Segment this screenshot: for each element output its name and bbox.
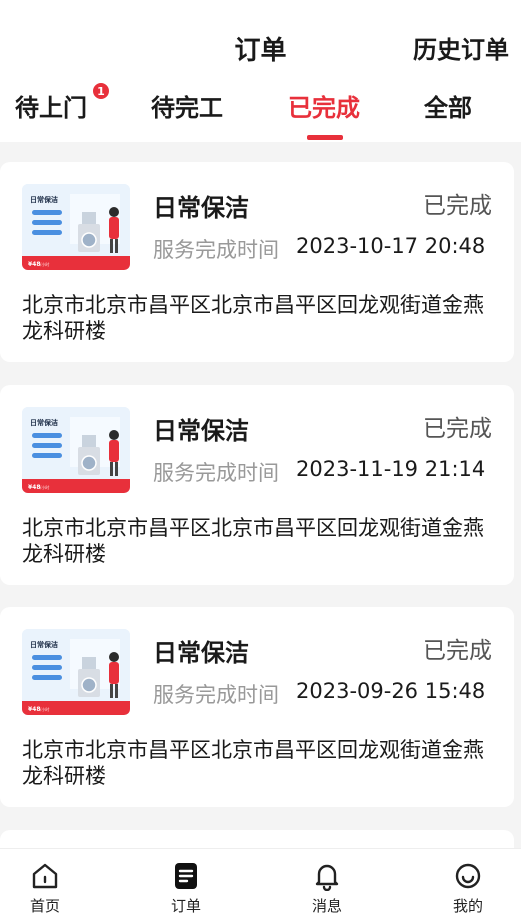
finish-time-label: 服务完成时间 — [153, 238, 279, 262]
order-address: 北京市北京市昌平区北京市昌平区回龙观街道金燕龙科研楼 — [22, 516, 484, 566]
svg-text:日常保洁: 日常保洁 — [30, 640, 58, 649]
order-status: 已完成 — [423, 416, 492, 442]
finish-time-value: 2023-10-17 20:48 — [296, 234, 486, 258]
bell-icon — [315, 864, 339, 891]
nav-profile[interactable]: 我的 — [438, 861, 498, 916]
order-card[interactable]: 日常保洁 ¥48 /小时 日常保洁 已完成 服务完成时间 2023-09-26 … — [0, 607, 514, 807]
finish-time-value: 2023-11-19 21:14 — [296, 457, 486, 481]
service-name: 日常保洁 — [153, 417, 249, 445]
home-icon — [32, 863, 58, 889]
tab-pending-finish[interactable]: 待完工 — [151, 88, 223, 123]
service-thumbnail: 日常保洁 ¥48 /小时 — [22, 184, 130, 270]
nav-home-label: 首页 — [29, 897, 60, 915]
nav-home[interactable]: 首页 — [15, 861, 75, 916]
svg-text:/小时: /小时 — [40, 706, 49, 712]
cleaning-image-icon: 日常保洁 ¥48 /小时 — [22, 184, 130, 270]
service-name: 日常保洁 — [153, 194, 249, 222]
tab-completed[interactable]: 已完成 — [288, 88, 360, 123]
cleaning-image-icon: 日常保洁 ¥48 /小时 — [22, 629, 130, 715]
nav-orders[interactable]: 订单 — [156, 861, 216, 916]
svg-text:¥48: ¥48 — [28, 261, 41, 268]
service-thumbnail: 日常保洁 ¥48 /小时 — [22, 629, 130, 715]
tab-all[interactable]: 全部 — [424, 88, 472, 123]
svg-text:¥48: ¥48 — [28, 484, 41, 491]
orders-icon — [175, 863, 197, 889]
svg-text:/小时: /小时 — [40, 484, 49, 490]
nav-messages-label: 消息 — [311, 897, 342, 915]
order-status: 已完成 — [423, 638, 492, 664]
cleaning-image-icon: 日常保洁 ¥48 /小时 — [22, 407, 130, 493]
service-name: 日常保洁 — [153, 639, 249, 667]
service-thumbnail: 日常保洁 ¥48 /小时 — [22, 407, 130, 493]
history-orders-link[interactable]: 历史订单 — [413, 30, 509, 65]
finish-time-value: 2023-09-26 15:48 — [296, 679, 486, 703]
finish-time-label: 服务完成时间 — [153, 683, 279, 707]
order-address: 北京市北京市昌平区北京市昌平区回龙观街道金燕龙科研楼 — [22, 738, 484, 788]
svg-text:¥48: ¥48 — [28, 706, 41, 713]
tab-badge: 1 — [92, 82, 110, 100]
nav-orders-label: 订单 — [170, 897, 201, 915]
svg-text:日常保洁: 日常保洁 — [30, 195, 58, 204]
svg-text:/小时: /小时 — [40, 261, 49, 267]
nav-profile-label: 我的 — [452, 897, 483, 915]
top-header: 订单 历史订单 待上门 待完工 已完成 全部 1 — [0, 0, 521, 142]
order-address: 北京市北京市昌平区北京市昌平区回龙观街道金燕龙科研楼 — [22, 293, 484, 343]
order-status: 已完成 — [423, 193, 492, 219]
finish-time-label: 服务完成时间 — [153, 461, 279, 485]
active-tab-indicator — [307, 135, 343, 140]
svg-text:日常保洁: 日常保洁 — [30, 418, 58, 427]
order-card[interactable]: 日常保洁 ¥48 /小时 日常保洁 已完成 服务完成时间 2023-10-17 … — [0, 162, 514, 362]
nav-messages[interactable]: 消息 — [297, 861, 357, 916]
bottom-nav: 首页 订单 消息 我的 — [0, 848, 521, 918]
order-card[interactable]: 日常保洁 ¥48 /小时 日常保洁 已完成 服务完成时间 2023-11-19 … — [0, 385, 514, 585]
order-tabs: 待上门 待完工 已完成 全部 — [0, 88, 521, 142]
tab-pending-visit[interactable]: 待上门 — [15, 88, 87, 123]
smiley-icon — [455, 863, 481, 889]
